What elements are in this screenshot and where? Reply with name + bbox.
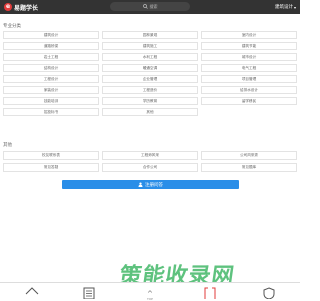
user-icon [138, 182, 143, 187]
category-item[interactable]: 学历教育 [102, 97, 198, 105]
general-item[interactable]: 校友联系表 [3, 151, 99, 160]
category-item[interactable]: 建筑施工 [102, 42, 198, 50]
category-item[interactable]: 室内设计 [201, 31, 297, 39]
nav-home[interactable] [19, 287, 45, 301]
logo-icon: e [4, 3, 12, 11]
logo-text: 易题学长 [14, 5, 39, 12]
logo[interactable]: e 易题学长 [4, 2, 38, 12]
categories-title: 专业分类 [3, 23, 21, 28]
general-item[interactable]: 公司风采秀 [201, 151, 297, 160]
document-icon [83, 287, 95, 299]
general-item[interactable]: 合作公司 [102, 163, 198, 172]
category-item[interactable]: 项目管理 [201, 75, 297, 83]
bracket-icon [204, 287, 216, 299]
search-placeholder: 搜索 [149, 3, 158, 9]
nav-shield[interactable] [256, 287, 282, 301]
category-item[interactable]: 给排水设计 [201, 86, 297, 94]
nav-document[interactable] [76, 287, 102, 301]
category-item[interactable]: 城市设计 [201, 53, 297, 61]
search-icon [142, 4, 148, 9]
category-item[interactable]: 结构设计 [3, 64, 99, 72]
category-item[interactable]: 电气工程 [201, 64, 297, 72]
chevron-down-icon: ▾ [293, 4, 296, 10]
general-item[interactable]: 工程师风采 [102, 151, 198, 160]
category-item[interactable]: 道路桥梁 [3, 42, 99, 50]
general-item[interactable]: 常见题库 [201, 163, 297, 172]
nav-top[interactable]: TOP [137, 287, 163, 301]
site-switch[interactable]: 建筑设计 ▾ [275, 2, 296, 12]
category-item[interactable]: 暖通空调 [102, 64, 198, 72]
category-item[interactable]: 留学移民 [201, 97, 297, 105]
category-item[interactable]: 建筑设计 [3, 31, 99, 39]
category-item[interactable]: 水利工程 [102, 53, 198, 61]
general-item[interactable]: 常见答疑 [3, 163, 99, 172]
category-item[interactable]: 工程设计 [3, 75, 99, 83]
top-bar: e 易题学长 搜索 建筑设计 ▾ [0, 0, 300, 14]
category-item[interactable]: 家装设计 [3, 86, 99, 94]
shield-icon [263, 287, 275, 299]
register-button[interactable]: 注册问答 [62, 180, 239, 189]
category-item[interactable]: 岩土工程 [3, 53, 99, 61]
category-item[interactable]: 其他 [102, 108, 198, 116]
category-item[interactable]: 企业管理 [102, 75, 198, 83]
register-button-label: 注册问答 [145, 181, 163, 187]
nav-bracket[interactable] [197, 287, 223, 301]
bottom-nav: TOP [0, 282, 300, 301]
general-title: 其他 [3, 142, 12, 147]
category-item[interactable]: 建筑节能 [201, 42, 297, 50]
category-item[interactable]: 园林景观 [102, 31, 198, 39]
category-item[interactable]: 招投标书 [3, 108, 99, 116]
search-input[interactable]: 搜索 [110, 2, 190, 11]
category-item[interactable]: 工程造价 [102, 86, 198, 94]
site-switch-label: 建筑设计 [274, 4, 293, 9]
categories-grid: 建筑设计 园林景观 室内设计 道路桥梁 建筑施工 建筑节能 岩土工程 水利工程 … [3, 31, 297, 116]
general-grid: 校友联系表 工程师风采 公司风采秀 常见答疑 合作公司 常见题库 [3, 151, 297, 172]
home-icon [25, 287, 39, 295]
category-item[interactable]: 技能培训 [3, 97, 99, 105]
